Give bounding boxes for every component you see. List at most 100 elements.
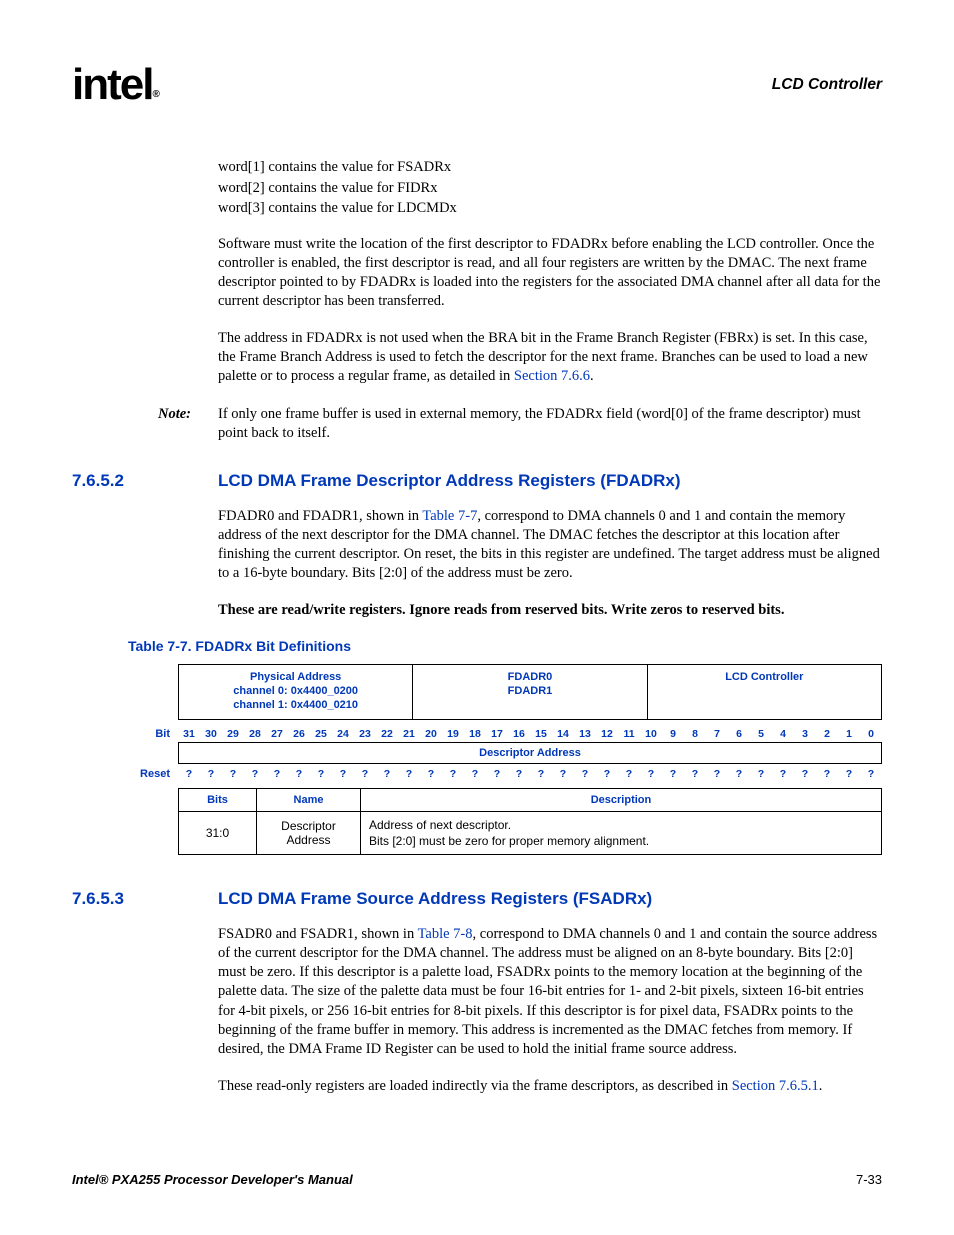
- bit-num: 13: [574, 726, 596, 742]
- sec7653-p1-a: FSADR0 and FSADR1, shown in: [218, 926, 418, 942]
- bit-num: 25: [310, 726, 332, 742]
- paragraph-software: Software must write the location of the …: [218, 235, 882, 312]
- reset-val: ?: [288, 766, 310, 782]
- bit-num: 23: [354, 726, 376, 742]
- note-label: Note:: [158, 405, 218, 443]
- reset-cells: ????????????????????????????????: [178, 766, 882, 782]
- bit-num: 28: [244, 726, 266, 742]
- heading-7653: 7.6.5.3 LCD DMA Frame Source Address Reg…: [72, 889, 882, 909]
- bit-num: 22: [376, 726, 398, 742]
- word-list: word[1] contains the value for FSADRx wo…: [218, 158, 882, 219]
- para2-text-b: .: [590, 368, 594, 384]
- reset-val: ?: [816, 766, 838, 782]
- reset-val: ?: [332, 766, 354, 782]
- intel-logo: intel®: [72, 60, 158, 110]
- bit-num: 19: [442, 726, 464, 742]
- bit-num: 12: [596, 726, 618, 742]
- reset-val: ?: [222, 766, 244, 782]
- reset-val: ?: [420, 766, 442, 782]
- reset-val: ?: [728, 766, 750, 782]
- row-desc-1: Address of next descriptor.: [369, 817, 873, 833]
- bit-num: 4: [772, 726, 794, 742]
- row-desc-2: Bits [2:0] must be zero for proper memor…: [369, 833, 873, 849]
- reset-val: ?: [684, 766, 706, 782]
- bit-num: 6: [728, 726, 750, 742]
- bit-row-label: Bit: [128, 728, 178, 740]
- reset-val: ?: [530, 766, 552, 782]
- bit-num: 20: [420, 726, 442, 742]
- bit-num: 21: [398, 726, 420, 742]
- bit-num: 24: [332, 726, 354, 742]
- heading-7652-title: LCD DMA Frame Descriptor Address Registe…: [218, 471, 681, 491]
- sec7653-p2-b: .: [819, 1078, 823, 1094]
- bit-num: 8: [684, 726, 706, 742]
- link-section-766[interactable]: Section 7.6.6: [514, 368, 590, 384]
- footer-page: 7-33: [856, 1172, 882, 1187]
- reset-val: ?: [794, 766, 816, 782]
- reset-val: ?: [750, 766, 772, 782]
- note-text: If only one frame buffer is used in exte…: [218, 405, 882, 443]
- bit-num: 9: [662, 726, 684, 742]
- bit-num: 27: [266, 726, 288, 742]
- sec7653-para2: These read-only registers are loaded ind…: [218, 1077, 882, 1096]
- heading-7653-title: LCD DMA Frame Source Address Registers (…: [218, 889, 652, 909]
- word-line-3: word[3] contains the value for LDCMDx: [218, 199, 882, 219]
- sec7652-p1-a: FDADR0 and FDADR1, shown in: [218, 508, 422, 524]
- bit-num: 10: [640, 726, 662, 742]
- block-name-cell: LCD Controller: [647, 665, 881, 718]
- reset-val: ?: [464, 766, 486, 782]
- bit-num: 31: [178, 726, 200, 742]
- phys-addr-cell: Physical Address channel 0: 0x4400_0200 …: [179, 665, 412, 718]
- reset-val: ?: [178, 766, 200, 782]
- table-7-7-caption: Table 7-7. FDADRx Bit Definitions: [128, 638, 882, 654]
- phys-addr-label: Physical Address: [183, 671, 408, 685]
- reset-val: ?: [266, 766, 288, 782]
- block-name: LCD Controller: [652, 671, 877, 685]
- bit-num: 18: [464, 726, 486, 742]
- sec7653-para1: FSADR0 and FSADR1, shown in Table 7-8, c…: [218, 925, 882, 1059]
- col-desc: Description: [361, 788, 882, 811]
- bit-num: 11: [618, 726, 640, 742]
- reset-val: ?: [508, 766, 530, 782]
- bit-num: 26: [288, 726, 310, 742]
- paragraph-bra: The address in FDADRx is not used when t…: [218, 329, 882, 386]
- sec7653-p2-a: These read-only registers are loaded ind…: [218, 1078, 732, 1094]
- reg-top-header: Physical Address channel 0: 0x4400_0200 …: [178, 664, 882, 719]
- reset-row: Reset ????????????????????????????????: [128, 766, 882, 782]
- reset-val: ?: [706, 766, 728, 782]
- row-name: Descriptor Address: [257, 811, 361, 854]
- reset-val: ?: [618, 766, 640, 782]
- footer-manual: Intel® PXA255 Processor Developer's Manu…: [72, 1172, 353, 1187]
- field-band: Descriptor Address: [178, 742, 882, 764]
- reset-val: ?: [552, 766, 574, 782]
- reset-val: ?: [310, 766, 332, 782]
- sec7652-para1: FDADR0 and FDADR1, shown in Table 7-7, c…: [218, 507, 882, 584]
- reset-val: ?: [354, 766, 376, 782]
- bit-num: 15: [530, 726, 552, 742]
- word-line-2: word[2] contains the value for FIDRx: [218, 179, 882, 199]
- reset-val: ?: [838, 766, 860, 782]
- page-header: intel® LCD Controller: [72, 60, 882, 110]
- reset-val: ?: [596, 766, 618, 782]
- bit-num: 17: [486, 726, 508, 742]
- bit-num: 3: [794, 726, 816, 742]
- bit-num: 30: [200, 726, 222, 742]
- reset-val: ?: [398, 766, 420, 782]
- sec7653-p1-b: , correspond to DMA channels 0 and 1 and…: [218, 926, 877, 1057]
- bit-num: 29: [222, 726, 244, 742]
- reset-val: ?: [376, 766, 398, 782]
- link-table-7-8[interactable]: Table 7-8: [418, 926, 473, 942]
- note-block: Note: If only one frame buffer is used i…: [158, 405, 882, 443]
- reg-name-1: FDADR1: [417, 685, 642, 699]
- bit-definition-table: Bits Name Description 31:0 Descriptor Ad…: [178, 788, 882, 855]
- bit-num: 16: [508, 726, 530, 742]
- reset-row-label: Reset: [128, 768, 178, 780]
- logo-text: intel: [72, 60, 152, 109]
- reset-val: ?: [662, 766, 684, 782]
- logo-reg: ®: [152, 89, 157, 100]
- link-section-7651[interactable]: Section 7.6.5.1: [732, 1078, 819, 1094]
- reset-val: ?: [640, 766, 662, 782]
- heading-7652: 7.6.5.2 LCD DMA Frame Descriptor Address…: [72, 471, 882, 491]
- link-table-7-7[interactable]: Table 7-7: [422, 508, 477, 524]
- bit-number-row: Bit 313029282726252423222120191817161514…: [128, 726, 882, 742]
